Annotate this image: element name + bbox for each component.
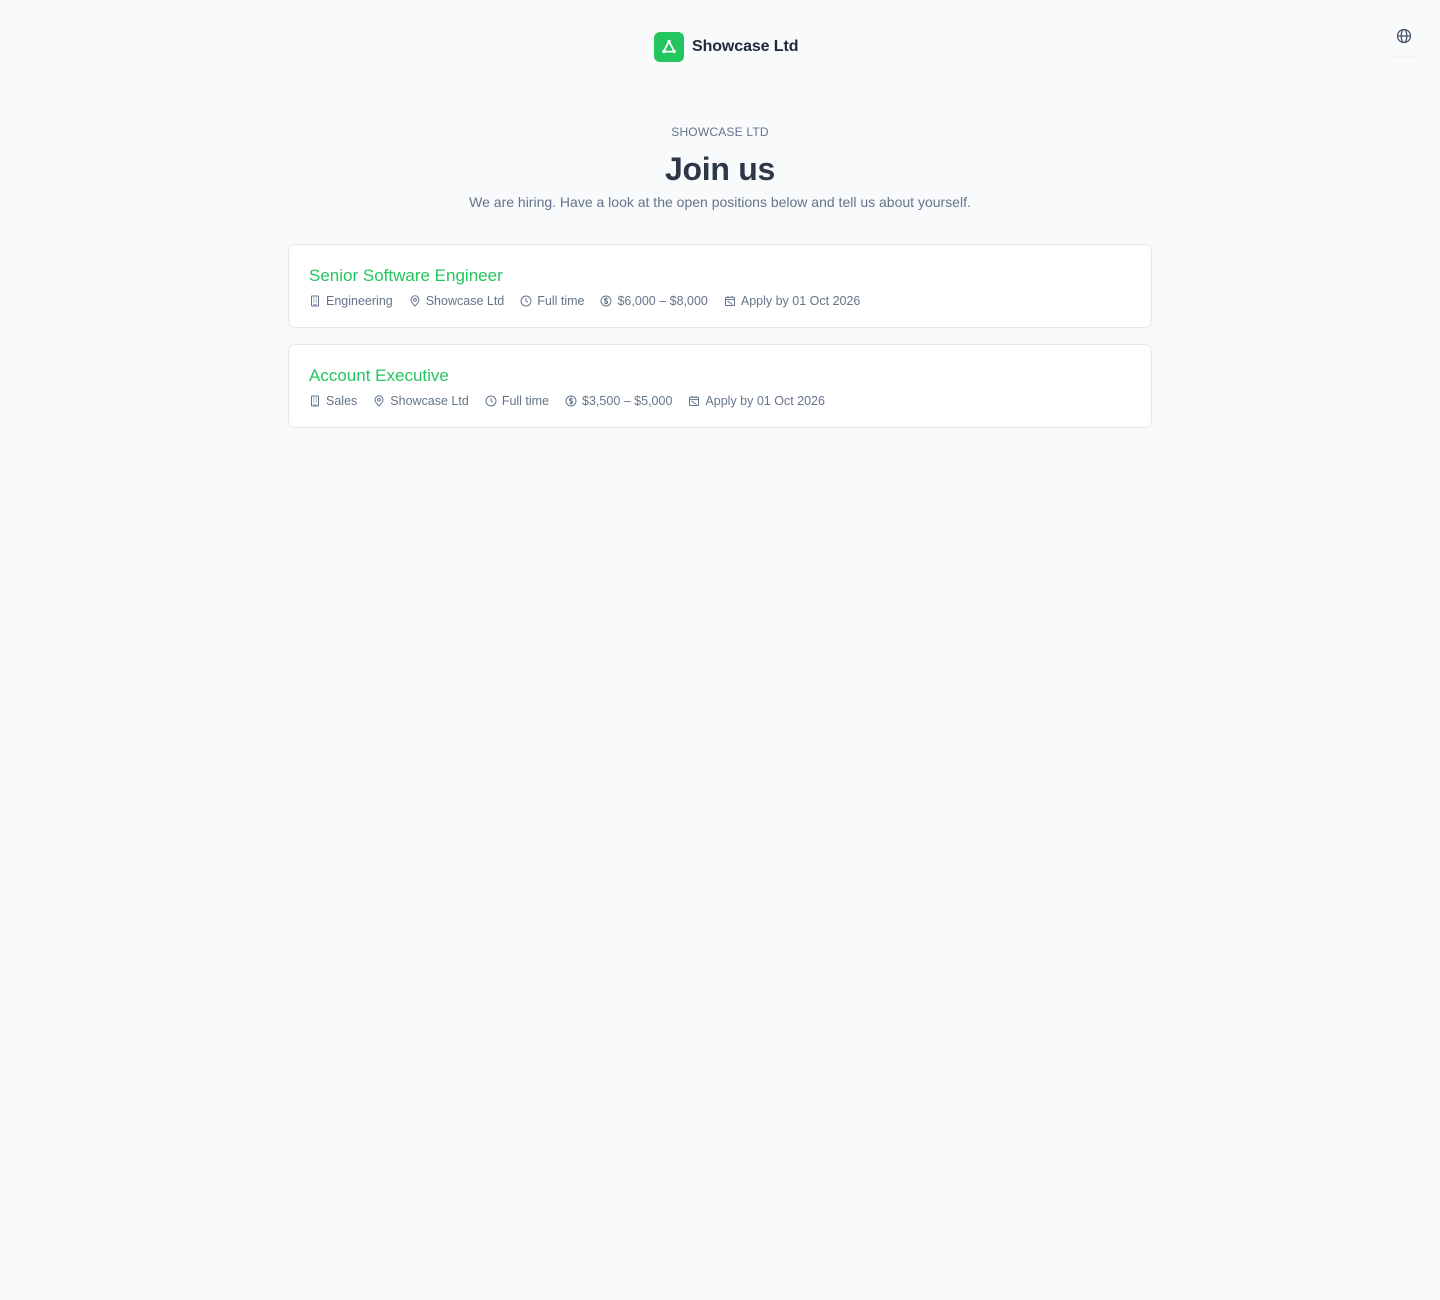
site-header: Showcase Ltd <box>0 0 1440 94</box>
page-title: Join us <box>665 151 775 187</box>
job-department-label: Sales <box>326 394 358 408</box>
job-title[interactable]: Senior Software Engineer <box>309 265 1131 287</box>
job-deadline-label: Apply by 01 Oct 2026 <box>740 294 861 308</box>
job-department-label: Engineering <box>326 294 393 308</box>
job-title[interactable]: Account Executive <box>309 365 1131 387</box>
map-pin-icon <box>373 395 385 407</box>
job-card[interactable]: Account Executive Sales Showcase Ltd Ful… <box>288 344 1152 428</box>
clock-icon <box>485 395 497 407</box>
globe-icon <box>1396 28 1412 44</box>
calendar-off-icon <box>724 295 736 307</box>
logo-triangle-icon <box>654 31 684 62</box>
language-switcher-button[interactable] <box>1384 16 1424 56</box>
job-deadline: Apply by 01 Oct 2026 <box>724 292 861 310</box>
building-icon <box>309 295 321 307</box>
brand-name: Showcase Ltd <box>692 37 799 55</box>
job-salary-label: $3,500 – $5,000 <box>582 394 673 408</box>
dollar-circle-icon <box>600 295 612 307</box>
job-meta: Engineering Showcase Ltd Full time $6,00… <box>309 292 1131 310</box>
brand-link[interactable]: Showcase Ltd <box>654 31 798 62</box>
job-employment-type-label: Full time <box>537 294 585 308</box>
map-pin-icon <box>409 295 421 307</box>
job-location: Showcase Ltd <box>409 292 505 310</box>
job-employment-type: Full time <box>520 292 584 310</box>
careers-page: Showcase Ltd SHOWCASE LTD Join us We are… <box>0 0 1440 1300</box>
clock-icon <box>520 295 532 307</box>
job-salary: $3,500 – $5,000 <box>565 392 672 410</box>
job-salary: $6,000 – $8,000 <box>600 292 708 310</box>
job-deadline: Apply by 01 Oct 2026 <box>688 392 825 410</box>
building-icon <box>309 395 321 407</box>
page-subtitle: We are hiring. Have a look at the open p… <box>469 194 971 210</box>
job-deadline-label: Apply by 01 Oct 2026 <box>705 394 825 408</box>
job-department: Sales <box>309 392 357 410</box>
job-list: Senior Software Engineer Engineering Sho… <box>288 244 1152 444</box>
job-department: Engineering <box>309 292 393 310</box>
job-employment-type: Full time <box>485 392 549 410</box>
job-salary-label: $6,000 – $8,000 <box>617 294 708 308</box>
job-employment-type-label: Full time <box>501 394 550 408</box>
job-location-label: Showcase Ltd <box>390 394 469 408</box>
hero-section: SHOWCASE LTD Join us We are hiring. Have… <box>0 124 1440 212</box>
job-location-label: Showcase Ltd <box>425 294 505 308</box>
dollar-circle-icon <box>565 395 577 407</box>
job-card[interactable]: Senior Software Engineer Engineering Sho… <box>288 244 1152 328</box>
job-meta: Sales Showcase Ltd Full time $3,500 – $5… <box>309 392 1131 410</box>
calendar-off-icon <box>688 395 700 407</box>
job-location: Showcase Ltd <box>373 392 469 410</box>
company-eyebrow: SHOWCASE LTD <box>671 125 769 139</box>
